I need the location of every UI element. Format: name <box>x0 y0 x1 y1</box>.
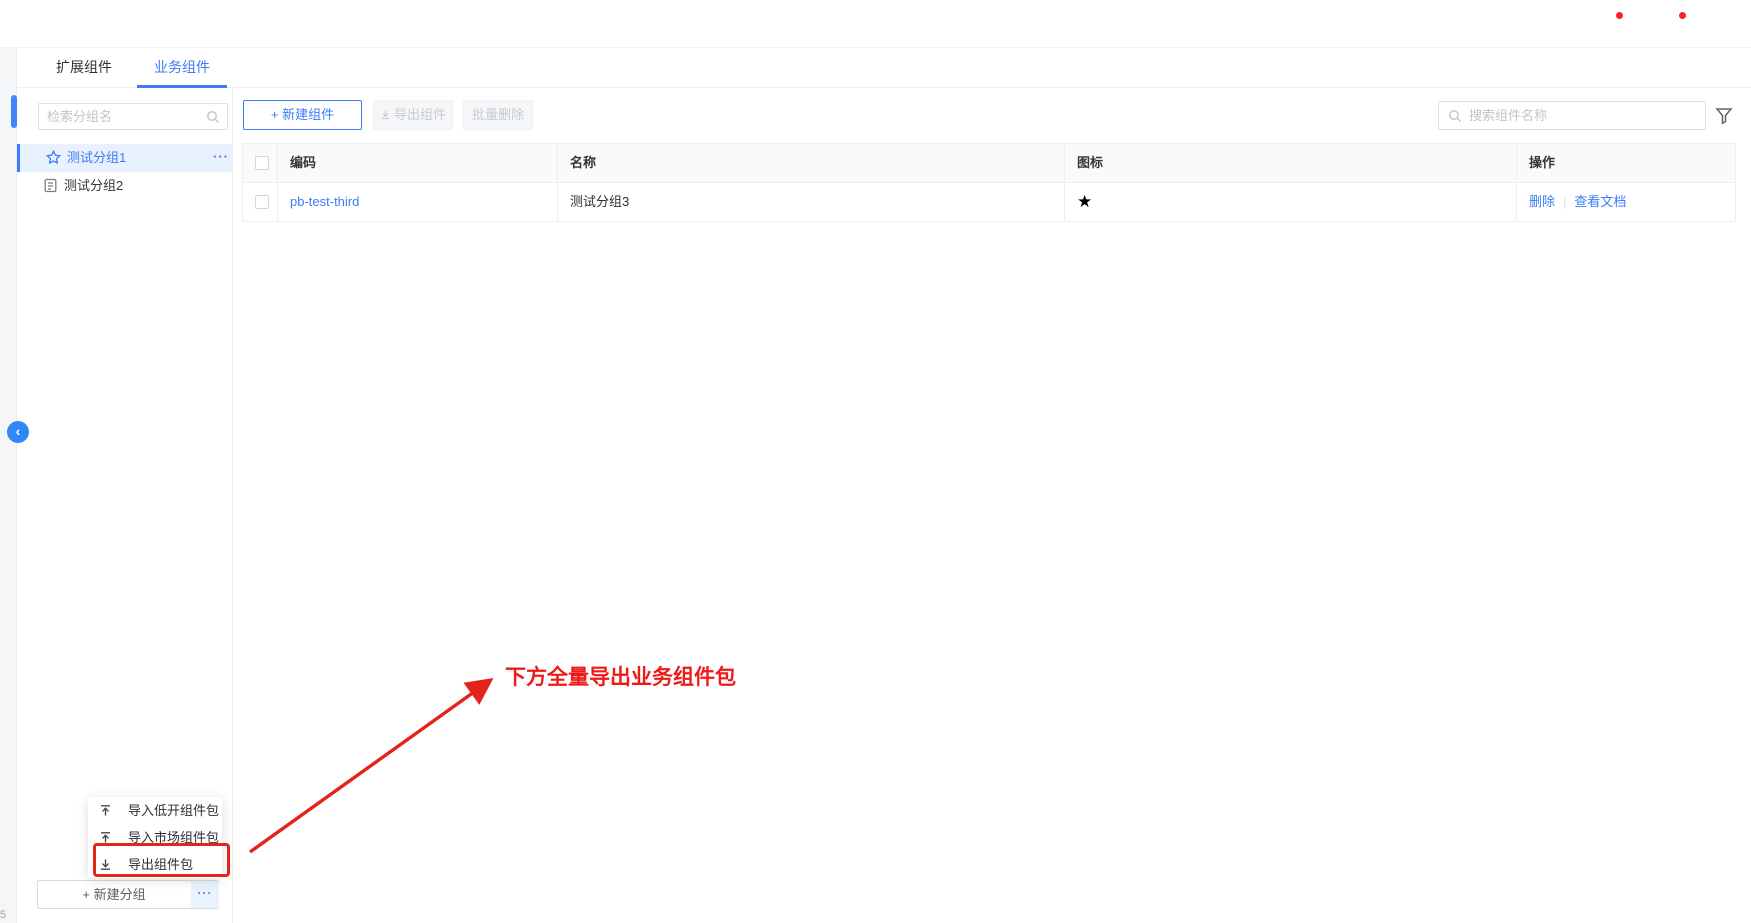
new-group-button-wrap: + 新建分组 ··· <box>37 880 219 909</box>
menu-item-import-lowcode-package[interactable]: 导入低开组件包 <box>88 797 222 824</box>
app-header <box>0 0 1751 48</box>
view-doc-action-link[interactable]: 查看文档 <box>1574 194 1626 209</box>
new-group-label: 新建分组 <box>94 887 146 902</box>
export-component-button[interactable]: 导出组件 <box>373 100 453 130</box>
delete-action-link[interactable]: 删除 <box>1529 194 1555 209</box>
annotation-text: 下方全量导出业务组件包 <box>505 661 736 691</box>
document-icon <box>43 178 58 193</box>
new-component-button[interactable]: + 新建组件 <box>243 100 362 130</box>
new-group-button[interactable]: + 新建分组 <box>38 881 190 908</box>
table-cell-actions: 删除|查看文档 <box>1517 183 1736 222</box>
search-icon <box>1448 109 1462 123</box>
group-search-box <box>38 103 228 130</box>
menu-item-export-package[interactable]: 导出组件包 <box>88 851 222 878</box>
select-all-checkbox[interactable] <box>255 156 269 170</box>
sidebar-item-group1[interactable]: 测试分组1 ··· <box>17 144 233 172</box>
download-icon <box>380 109 391 120</box>
sidebar-item-group2[interactable]: 测试分组2 <box>17 172 233 200</box>
corner-artifact: 5 <box>0 909 6 921</box>
row-checkbox[interactable] <box>255 195 269 209</box>
new-group-more-button[interactable]: ··· <box>191 881 219 908</box>
action-separator: | <box>1555 194 1574 209</box>
upload-icon <box>99 804 112 817</box>
menu-item-label: 导入市场组件包 <box>128 824 219 851</box>
menu-item-import-market-package[interactable]: 导入市场组件包 <box>88 824 222 851</box>
search-icon <box>206 110 220 124</box>
group-actions-popup: 导入低开组件包 导入市场组件包 导出组件包 <box>88 797 222 878</box>
table-header-icon: 图标 <box>1065 143 1517 183</box>
table-cell-icon: ★ <box>1065 183 1517 222</box>
collapsed-nav-strip <box>0 48 17 923</box>
tab-extension-components[interactable]: 扩展组件 <box>41 48 127 88</box>
group-label: 测试分组1 <box>67 144 126 172</box>
batch-delete-button[interactable]: 批量删除 <box>463 100 533 130</box>
group-search-input[interactable] <box>47 104 197 129</box>
table-header-name: 名称 <box>558 143 1065 183</box>
compose-badge <box>1616 12 1623 19</box>
plus-icon: + <box>82 887 90 902</box>
table-row-checkbox-cell <box>242 183 278 222</box>
tab-business-components[interactable]: 业务组件 <box>137 48 227 88</box>
component-search-box <box>1438 101 1706 130</box>
export-label: 导出组件 <box>394 107 446 122</box>
filter-icon[interactable] <box>1712 104 1736 128</box>
component-search-input[interactable] <box>1469 102 1689 129</box>
annotation-arrow <box>238 662 508 862</box>
component-code-link[interactable]: pb-test-third <box>290 194 359 209</box>
menu-item-label: 导出组件包 <box>128 851 193 878</box>
table-header-actions: 操作 <box>1517 143 1736 183</box>
upload-icon <box>99 831 112 844</box>
table-cell-code: pb-test-third <box>278 183 558 222</box>
tab-bar <box>0 48 1751 88</box>
group-more-button[interactable]: ··· <box>208 144 234 172</box>
table-cell-name: 测试分组3 <box>558 183 1065 222</box>
menu-item-label: 导入低开组件包 <box>128 797 219 824</box>
star-icon: ★ <box>1077 192 1092 211</box>
group-label: 测试分组2 <box>64 172 123 200</box>
download-icon <box>99 858 112 871</box>
sidebar-collapse-button[interactable]: ‹ <box>7 421 29 443</box>
table-header-checkbox-cell <box>242 143 278 183</box>
bell-badge <box>1679 12 1686 19</box>
star-icon <box>46 150 61 165</box>
table-header-code: 编码 <box>278 143 558 183</box>
